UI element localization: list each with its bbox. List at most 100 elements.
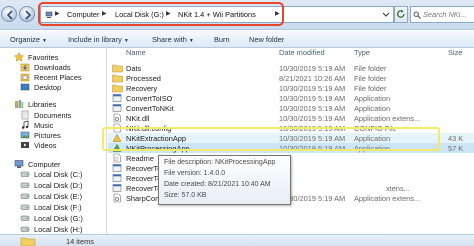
address-history-dropdown[interactable] [380,6,394,23]
file-row[interactable]: ConvertToISO 10/30/2019 5:19 AM Applicat… [108,93,474,103]
refresh-button[interactable] [394,6,408,23]
file-type: Application extens... [354,194,421,203]
file-date: 10/30/2019 5:19 AM [279,64,346,73]
folder-icon [112,84,123,93]
navigation-pane: Favorites Downloads Recent Places Deskto… [0,48,107,234]
file-row[interactable]: NKit.dll.config 10/30/2019 5:19 AM CONFI… [108,123,474,133]
search-placeholder: Search NKi... [423,10,467,19]
breadcrumb-separator: ▶ [102,11,107,17]
file-date: 10/30/2019 5:19 AM [279,124,346,133]
libraries-icon [15,100,24,108]
nav-label: Documents [34,111,72,120]
file-type: Application extens... [354,114,421,123]
chevron-down-icon: ▼ [188,38,194,44]
nkit-app-icon [112,143,122,152]
nav-label: Desktop [34,83,62,92]
back-button[interactable] [1,6,17,22]
nav-label: Local Disk (E:) [34,192,83,201]
breadcrumb-separator: ▶ [55,11,60,17]
file-type: Application [354,104,391,113]
file-row[interactable]: Processed 8/21/2021 10:26 AM File folder [108,73,474,83]
column-header-size[interactable]: Size [448,48,462,57]
file-type: xtens... [386,184,410,193]
file-date: 8/21/2021 10:26 AM [279,74,346,83]
breadcrumb-separator: ▶ [166,11,171,17]
file-row[interactable]: Dats 10/30/2019 5:19 AM File folder [108,63,474,73]
nav-label: Downloads [34,63,71,72]
search-input[interactable]: Search NKi... [410,6,474,23]
file-type: Application [354,134,391,143]
computer-icon [45,11,53,18]
file-size: 43 K [448,134,464,143]
column-header-row: Name Date modified Type Size [108,48,474,58]
file-name: RecoverTo [126,164,162,173]
tooltip-version: File version: 1.4.0.0 [164,170,226,177]
recent-places-icon [20,73,30,82]
nav-label: Music [34,121,54,130]
nav-label: Libraries [28,100,57,109]
chevron-down-icon: ▼ [42,38,47,44]
drive-icon [20,182,30,188]
file-name: Dats [126,64,142,73]
file-size: 57 K [448,144,464,153]
share-with-menu[interactable]: Share with ▼ [152,35,194,44]
nav-label: Local Disk (F:) [34,203,82,212]
burn-button[interactable]: Burn [214,35,230,44]
breadcrumb-local-disk-g[interactable]: Local Disk (G:) [115,10,164,19]
organize-label: Organize [10,35,40,44]
column-header-name[interactable]: Name [126,48,146,57]
dll-icon [113,113,121,123]
file-type: CONFIG File [354,124,397,133]
search-icon [413,11,421,19]
star-icon [14,52,24,62]
forward-button[interactable] [19,6,35,22]
breadcrumb-separator: ▶ [275,11,280,17]
column-header-type[interactable]: Type [354,48,370,57]
address-field[interactable]: ▶ Computer ▶ Local Disk (G:) ▶ NKit 1.4 … [40,6,382,23]
file-name: ConvertToNKit [126,104,174,113]
computer-icon [14,160,24,168]
file-date: 10/30/2019 5:19 AM [279,94,346,103]
forward-arrow-icon [25,10,32,20]
file-row[interactable]: ConvertToNKit 10/30/2019 5:19 AM Applica… [108,103,474,113]
file-name: Recovery [126,84,158,93]
config-icon [113,123,121,133]
column-header-date[interactable]: Date modified [279,48,325,57]
file-list: Name Date modified Type Size Dats 10/30/… [108,48,474,234]
videos-icon [21,142,29,148]
music-icon [21,120,29,129]
app-icon [112,184,122,192]
organize-menu[interactable]: Organize ▼ [10,35,47,44]
include-in-library-menu[interactable]: Include in library ▼ [68,35,129,44]
app-icon [112,104,122,112]
file-name: Readme [126,154,154,163]
file-row[interactable]: Recovery 10/30/2019 5:19 AM File folder [108,83,474,93]
drive-icon [20,193,30,199]
file-name: Processed [126,74,161,83]
breadcrumb-nkit-folder[interactable]: NKit 1.4 + Wii Partitions [178,10,256,19]
new-folder-button[interactable]: New folder [249,35,284,44]
share-label: Share with [152,35,187,44]
pictures-icon [20,131,30,139]
nav-label: Local Disk (C:) [34,170,83,179]
file-type: Application [354,144,391,153]
command-bar: Organize ▼ Include in library ▼ Share with… [0,31,474,48]
tooltip-description: File description: NKitProcessingApp [164,159,276,166]
documents-icon [21,110,29,120]
file-row[interactable]: NKitExtractionApp 10/30/2019 5:19 AM App… [108,133,474,143]
desktop-icon [20,83,30,91]
item-count: 14 items [66,237,94,246]
nav-label: Recent Places [34,73,82,82]
file-row[interactable]: NKit.dll 10/30/2019 5:19 AM Application … [108,113,474,123]
file-name: RecoverTo [126,174,162,183]
file-row[interactable]: NKitProcessingApp 10/30/2019 5:19 AM App… [108,143,474,153]
breadcrumb-computer[interactable]: Computer [67,10,99,19]
nav-label: Local Disk (H:) [34,225,83,234]
tooltip-size: Size: 57.0 KB [164,192,207,199]
folder-icon [20,237,36,246]
file-type: File folder [354,84,387,93]
nav-label: Pictures [34,131,61,140]
include-label: Include in library [68,35,122,44]
drive-icon [20,204,30,210]
nav-label: Local Disk (G:) [34,214,83,223]
